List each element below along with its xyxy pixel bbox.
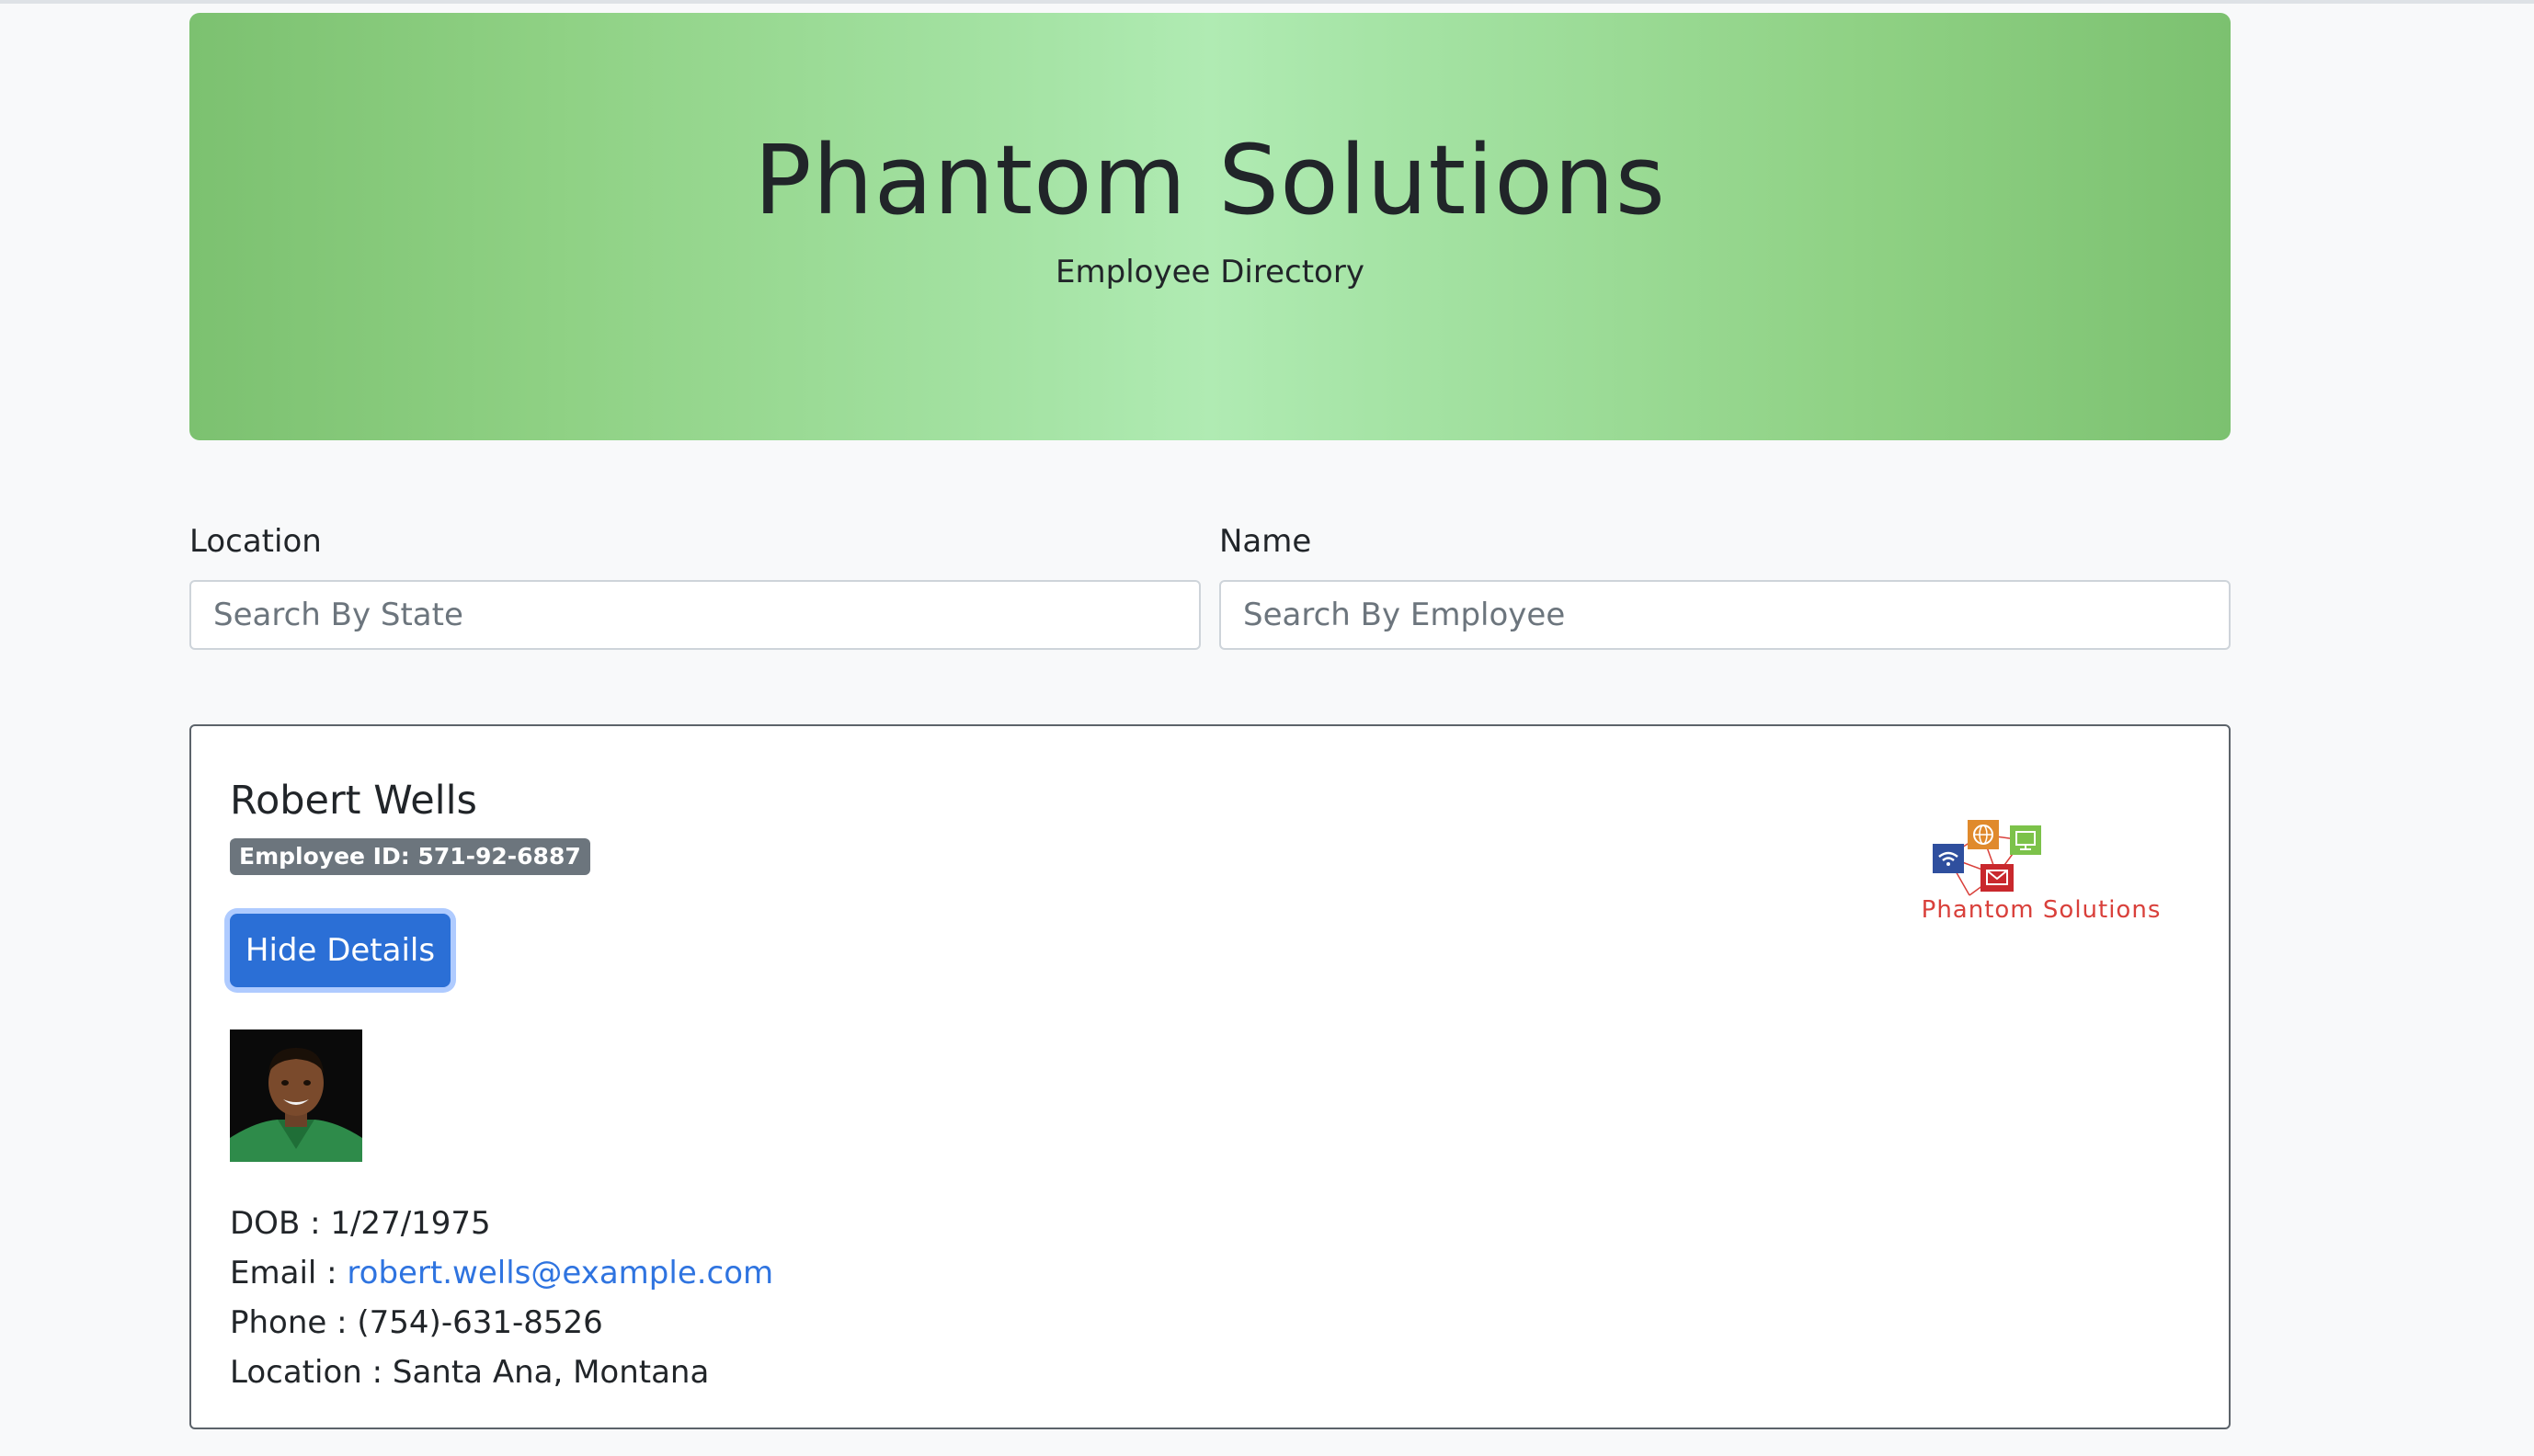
name-filter: Name bbox=[1219, 523, 2231, 650]
phone-label: Phone : bbox=[230, 1304, 358, 1341]
location-row: Location : Santa Ana, Montana bbox=[230, 1348, 773, 1397]
hide-details-button[interactable]: Hide Details bbox=[230, 914, 451, 987]
page-subtitle: Employee Directory bbox=[1056, 254, 1364, 290]
logo-text: Phantom Solutions bbox=[1923, 896, 2161, 924]
location-value: Santa Ana, Montana bbox=[392, 1354, 710, 1391]
location-label: Location : bbox=[230, 1354, 393, 1391]
wifi-icon bbox=[1933, 844, 1964, 873]
email-link[interactable]: robert.wells@example.com bbox=[347, 1255, 773, 1291]
monitor-icon bbox=[2010, 825, 2041, 855]
main-container: Phantom Solutions Employee Directory Loc… bbox=[189, 13, 2231, 1429]
envelope-icon bbox=[1980, 864, 2014, 892]
employee-details: DOB : 1/27/1975 Email : robert.wells@exa… bbox=[230, 1199, 773, 1397]
employee-search-input[interactable] bbox=[1219, 580, 2231, 650]
phone-row: Phone : (754)-631-8526 bbox=[230, 1298, 773, 1348]
phone-value: (754)-631-8526 bbox=[357, 1304, 603, 1341]
dob-value: 1/27/1975 bbox=[330, 1205, 491, 1242]
employee-avatar bbox=[230, 1029, 362, 1162]
top-border bbox=[0, 0, 2534, 4]
employee-id-badge: Employee ID: 571-92-6887 bbox=[230, 838, 590, 875]
employee-name: Robert Wells bbox=[230, 778, 477, 824]
search-filters: Location Name bbox=[189, 523, 2231, 670]
dob-label: DOB : bbox=[230, 1205, 331, 1242]
location-filter: Location bbox=[189, 523, 1201, 650]
company-logo: Phantom Solutions bbox=[1923, 820, 2161, 924]
employee-card: Robert Wells Employee ID: 571-92-6887 Hi… bbox=[189, 724, 2231, 1429]
globe-icon bbox=[1968, 820, 1999, 849]
name-filter-label: Name bbox=[1219, 523, 1312, 560]
location-filter-label: Location bbox=[189, 523, 322, 560]
state-search-input[interactable] bbox=[189, 580, 1201, 650]
page-title: Phantom Solutions bbox=[754, 124, 1666, 236]
header-jumbotron: Phantom Solutions Employee Directory bbox=[189, 13, 2231, 440]
dob-row: DOB : 1/27/1975 bbox=[230, 1199, 773, 1248]
email-row: Email : robert.wells@example.com bbox=[230, 1248, 773, 1298]
email-label: Email : bbox=[230, 1255, 348, 1291]
